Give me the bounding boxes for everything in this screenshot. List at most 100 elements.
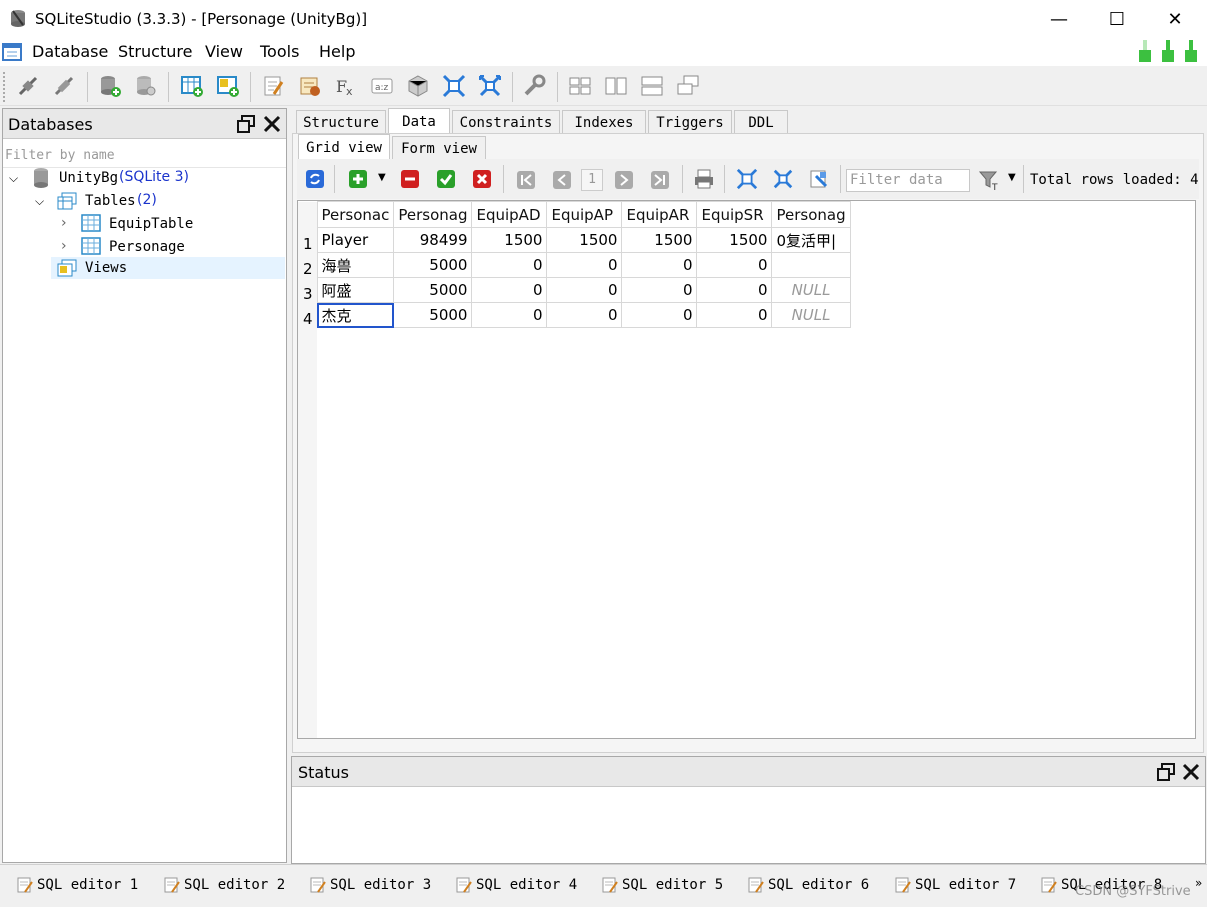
grid-cell[interactable]: 0 [546,302,623,328]
disconnect-db-icon[interactable] [52,74,76,98]
menu-database[interactable]: Database [32,42,108,61]
previous-page-icon[interactable] [552,170,572,190]
grid-cell[interactable]: 0 [696,302,773,328]
create-view-icon[interactable] [216,74,240,98]
grid-cell-selected[interactable]: 杰克 [316,302,395,328]
grid-cell[interactable]: 5000 [393,252,473,278]
first-page-icon[interactable] [516,170,536,190]
extensions-manager-icon[interactable] [406,74,430,98]
row-number[interactable]: 1 [298,227,317,253]
close-panel-icon[interactable] [263,115,281,133]
filter-data-input[interactable]: Filter data [846,169,970,192]
grid-cell[interactable]: 1500 [696,227,773,253]
grid-cell[interactable]: 0复活甲| [771,227,851,253]
tree-tables-label[interactable]: Tables [85,193,136,209]
minimize-button[interactable]: — [1030,0,1088,38]
grid-cell[interactable]: 1500 [471,227,548,253]
menu-help[interactable]: Help [319,42,355,61]
tile-windows-icon[interactable] [568,74,592,98]
tab-triggers[interactable]: Triggers [648,110,732,134]
grid-cell[interactable]: 98499 [393,227,473,253]
grid-cell[interactable]: 海兽 [316,252,395,278]
tab-structure[interactable]: Structure [296,110,386,134]
sql-editor-tab-1[interactable]: SQL editor 1 [16,876,138,894]
tree-views-label[interactable]: Views [85,260,127,276]
database-properties-icon[interactable] [134,74,158,98]
tab-data[interactable]: Data [388,108,450,134]
insert-dropdown-icon[interactable]: ▼ [378,172,386,183]
delete-row-icon[interactable] [400,169,420,189]
rollback-icon[interactable] [472,169,492,189]
chevron-right-icon[interactable]: › [61,215,67,231]
sql-editor-tab-6[interactable]: SQL editor 6 [747,876,869,894]
refresh-icon[interactable] [305,169,325,189]
grid-cell[interactable]: 0 [471,277,548,303]
column-header[interactable]: Personag [393,201,473,228]
chevron-right-icon[interactable]: › [61,238,67,254]
grid-cell[interactable]: 1500 [621,227,698,253]
grid-cell[interactable]: 0 [696,252,773,278]
grid-cell-null[interactable]: NULL [771,302,851,328]
tab-grid-view[interactable]: Grid view [298,134,390,160]
tab-constraints[interactable]: Constraints [452,110,560,134]
grid-cell[interactable]: 0 [546,252,623,278]
next-page-icon[interactable] [614,170,634,190]
tab-ddl[interactable]: DDL [734,110,788,134]
sql-editor-tab-4[interactable]: SQL editor 4 [455,876,577,894]
export-icon[interactable] [478,74,502,98]
sql-editor-tab-5[interactable]: SQL editor 5 [601,876,723,894]
collations-editor-icon[interactable]: a:z [370,74,394,98]
maximize-button[interactable]: ☐ [1088,0,1146,38]
grid-cell[interactable]: Player [316,227,395,253]
column-header[interactable]: EquipAR [621,201,698,228]
row-number[interactable]: 2 [298,252,317,278]
print-icon[interactable] [693,168,715,190]
sql-editor-tab-7[interactable]: SQL editor 7 [894,876,1016,894]
sql-editor-tab-3[interactable]: SQL editor 3 [309,876,431,894]
grid-cell-null[interactable]: NULL [771,277,851,303]
add-database-icon[interactable] [98,74,122,98]
settings-wrench-icon[interactable] [522,74,546,98]
grid-cell[interactable]: 5000 [393,302,473,328]
grid-cell[interactable]: 1500 [546,227,623,253]
functions-editor-icon[interactable]: Fx [334,74,358,98]
commit-icon[interactable] [436,169,456,189]
restore-panel-icon[interactable] [237,115,255,133]
toolbar-grip[interactable] [3,72,6,102]
grid-cell[interactable]: 0 [621,252,698,278]
grid-cell[interactable]: 0 [546,277,623,303]
menu-view[interactable]: View [205,42,243,61]
close-panel-icon[interactable] [1182,763,1200,781]
grid-cell[interactable] [771,252,851,278]
column-header[interactable]: EquipSR [696,201,773,228]
restore-panel-icon[interactable] [1157,763,1175,781]
tree-db-name[interactable]: UnityBg [59,170,118,186]
row-number[interactable]: 3 [298,277,317,303]
cascade-windows-icon[interactable] [676,74,700,98]
filter-by-name-input[interactable]: Filter by name [5,147,285,167]
grid-cell[interactable]: 0 [696,277,773,303]
chevron-down-icon[interactable]: ⌵ [35,194,44,209]
ddl-history-icon[interactable] [298,74,322,98]
grid-cell[interactable]: 0 [621,277,698,303]
mdi-window-icon[interactable] [2,42,22,62]
export-data-icon[interactable] [772,168,794,190]
menu-tools[interactable]: Tools [260,42,299,61]
tab-form-view[interactable]: Form view [392,136,486,160]
grid-cell[interactable]: 0 [471,302,548,328]
last-page-icon[interactable] [650,170,670,190]
filter-funnel-icon[interactable]: T [978,169,1000,191]
grid-cell[interactable]: 0 [471,252,548,278]
import-icon[interactable] [442,74,466,98]
column-header[interactable]: Personag [771,201,851,228]
insert-row-icon[interactable] [348,169,368,189]
page-number-input[interactable]: 1 [581,169,603,191]
create-table-icon[interactable] [180,74,204,98]
grid-cell[interactable]: 5000 [393,277,473,303]
close-window-button[interactable]: ✕ [1146,0,1204,38]
tree-table-equiptable[interactable]: EquipTable [109,216,193,232]
more-editors-icon[interactable]: » [1195,876,1202,890]
grid-cell[interactable]: 阿盛 [316,277,395,303]
grid-corner[interactable] [298,201,317,228]
tile-vertical-icon[interactable] [640,74,664,98]
